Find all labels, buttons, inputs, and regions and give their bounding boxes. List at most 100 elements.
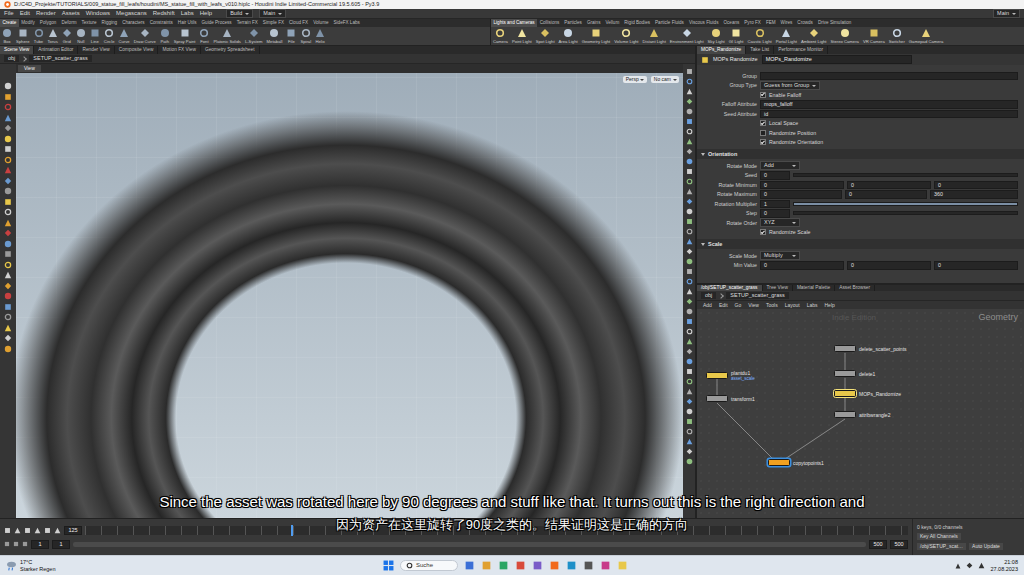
playback-icon[interactable] — [44, 527, 51, 534]
network-tab-label[interactable]: Material Palette — [797, 285, 830, 291]
frame-field[interactable]: 125 — [64, 526, 82, 535]
shelf-tab-label[interactable]: Simple FX — [263, 20, 284, 26]
display-option-icon[interactable] — [686, 348, 693, 355]
app-icon[interactable] — [617, 560, 628, 571]
shelf-tool-label[interactable]: Grid — [63, 39, 71, 44]
volume-icon[interactable] — [978, 562, 985, 569]
display-option-icon[interactable] — [686, 308, 693, 315]
display-option-icon[interactable] — [686, 248, 693, 255]
tool-icon[interactable] — [4, 103, 12, 111]
network-node[interactable]: plantdu1asset_scale — [706, 370, 755, 381]
shelf-tab[interactable]: Terrain FX — [234, 19, 260, 27]
shelf-tool-label[interactable]: Environment Light — [670, 39, 704, 44]
display-option-icon[interactable] — [686, 268, 693, 275]
shape-tool-icon[interactable] — [2, 28, 12, 38]
wire[interactable] — [845, 398, 846, 411]
shape-tool-icon[interactable] — [119, 28, 129, 38]
search-text[interactable]: Suche — [416, 562, 433, 569]
shelf-tool[interactable]: Box — [0, 27, 14, 45]
start-field[interactable]: 1 — [31, 540, 49, 549]
shelf-tab[interactable]: Pyro FX — [742, 19, 764, 27]
display-option-icon[interactable] — [686, 208, 693, 215]
tool-icon[interactable] — [4, 156, 12, 164]
display-option-icon[interactable] — [686, 168, 693, 175]
dropdown[interactable]: Multiply — [760, 251, 800, 260]
shelf-tool-label[interactable]: Torus — [48, 39, 58, 44]
shelf-tab-label[interactable]: Modify — [21, 20, 35, 26]
shelf-tool-label[interactable]: Platonic Solids — [213, 39, 240, 44]
shelf-tool[interactable]: Camera — [491, 27, 510, 45]
node-body[interactable] — [834, 411, 856, 418]
shape-tool-icon[interactable] — [104, 28, 114, 38]
shelf-tool-label[interactable]: Tube — [34, 39, 43, 44]
shelf-tab[interactable]: Modify — [19, 19, 38, 27]
checkbox-label[interactable]: Randomize Orientation — [769, 139, 823, 145]
display-option-icon[interactable] — [686, 158, 693, 165]
tool-icon[interactable] — [4, 282, 12, 290]
number-field[interactable]: 0 — [934, 261, 1018, 270]
shelf-tab[interactable]: Simple FX — [260, 19, 286, 27]
shelf-tool-label[interactable]: Sphere — [16, 39, 30, 44]
node-name[interactable]: delete1 — [859, 371, 875, 377]
shelf-tab-label[interactable]: Deform — [61, 20, 76, 26]
light-tool-icon[interactable] — [711, 28, 721, 38]
shelf-tab[interactable]: Cloud FX — [287, 19, 311, 27]
node-name[interactable]: copytopoints1 — [793, 460, 824, 466]
tool-icon[interactable] — [4, 324, 12, 332]
weather-widget[interactable]: 17°CStarker Regen — [6, 559, 55, 572]
shelf-tool[interactable]: Torus — [46, 27, 60, 45]
shelf-tool-label[interactable]: Camera — [493, 39, 508, 44]
shelf-tab-label[interactable]: Particles — [564, 20, 582, 26]
tool-icon[interactable] — [4, 166, 12, 174]
tool-icon[interactable] — [4, 187, 12, 195]
shape-tool-icon[interactable] — [34, 28, 44, 38]
light-tool-icon[interactable] — [755, 28, 765, 38]
shelf-tab[interactable]: Grains — [584, 19, 603, 27]
network-menu-item[interactable]: Labs — [807, 302, 818, 308]
pane-tab-label[interactable]: Animation Editor — [38, 47, 73, 53]
network-menu-item[interactable]: Go — [735, 302, 742, 308]
checkbox[interactable] — [760, 92, 766, 98]
number-field[interactable]: 0 — [760, 261, 844, 270]
slider[interactable] — [793, 211, 1018, 215]
shelf-tab-label[interactable]: Volume — [313, 20, 328, 26]
tool-icon[interactable] — [4, 303, 12, 311]
app-icon[interactable] — [498, 560, 509, 571]
node-name-field[interactable]: MOPs_Randomize — [762, 55, 912, 64]
shelf-tool[interactable]: Sky Light — [706, 27, 727, 45]
shelf-tool-label[interactable]: VR Camera — [863, 39, 885, 44]
shelf-tool-label[interactable]: Gamepad Camera — [909, 39, 943, 44]
shelf-tab[interactable]: Characters — [120, 19, 147, 27]
node-body[interactable] — [768, 459, 790, 466]
shelf-tab[interactable]: Constraints — [147, 19, 175, 27]
pane-tab-label[interactable]: Motion FX View — [162, 47, 196, 53]
light-tool-icon[interactable] — [809, 28, 819, 38]
display-option-icon[interactable] — [686, 428, 693, 435]
tool-icon[interactable] — [4, 261, 12, 269]
shelf-tool[interactable]: Null — [74, 27, 88, 45]
display-option-icon[interactable] — [686, 298, 693, 305]
light-tool-icon[interactable] — [781, 28, 791, 38]
display-option-icon[interactable] — [686, 188, 693, 195]
shape-tool-icon[interactable] — [90, 28, 100, 38]
display-option-icon[interactable] — [686, 98, 693, 105]
shelf-tool-label[interactable]: GI Light — [729, 39, 744, 44]
shelf-tool-label[interactable]: File — [288, 39, 295, 44]
node-name[interactable]: MOPs_Randomize — [859, 391, 901, 397]
app-icon[interactable] — [600, 560, 611, 571]
range-icon[interactable] — [13, 541, 19, 547]
shelf-tab-label[interactable]: Rigid Bodies — [624, 20, 650, 26]
number-field[interactable]: 0 — [847, 261, 931, 270]
shape-tool-icon[interactable] — [269, 28, 279, 38]
viewport[interactable]: PerspNo cam — [16, 73, 683, 518]
menu-item[interactable]: Render — [36, 10, 56, 17]
shelf-tool[interactable]: Tube — [32, 27, 46, 45]
network-tab-label[interactable]: /obj/SETUP_scatter_grass — [701, 285, 758, 291]
playhead[interactable] — [291, 525, 293, 536]
display-option-icon[interactable] — [686, 278, 693, 285]
shelf-tool-label[interactable]: Circle — [104, 39, 115, 44]
display-option-icon[interactable] — [686, 148, 693, 155]
number-field[interactable]: 360 — [930, 190, 1018, 199]
shelf-tab-label[interactable]: Vellum — [605, 20, 619, 26]
app-icon[interactable] — [566, 560, 577, 571]
